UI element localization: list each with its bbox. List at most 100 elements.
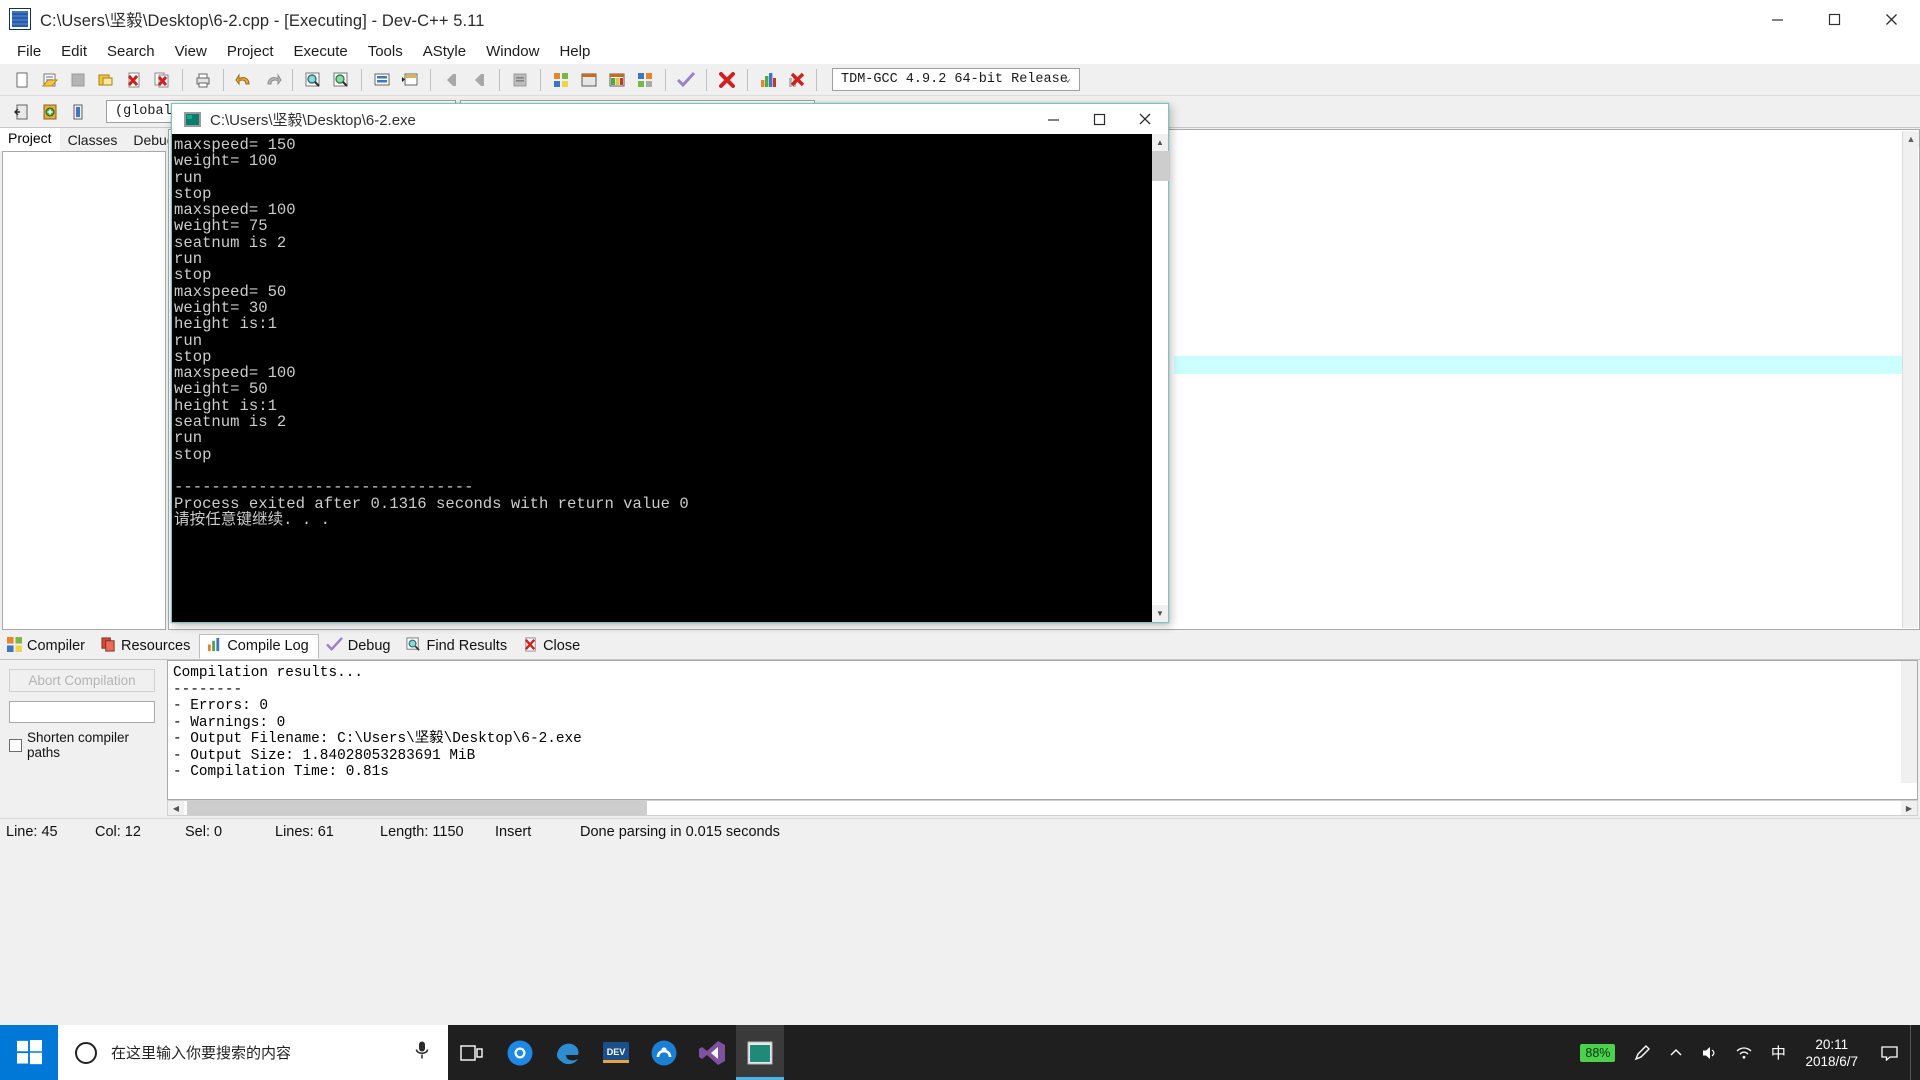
syntax-check-icon[interactable] [673,67,699,93]
devcpp-icon[interactable]: DEV [592,1025,640,1080]
goto-function-icon[interactable] [397,67,423,93]
visual-studio-icon[interactable] [688,1025,736,1080]
profiling-icon[interactable] [755,67,781,93]
menu-file[interactable]: File [7,41,51,62]
tab-compile-log[interactable]: Compile Log [199,634,319,659]
console-maximize-button[interactable] [1076,104,1122,134]
abort-compilation-button[interactable]: Abort Compilation [9,669,155,692]
save-all-icon[interactable] [93,67,119,93]
menu-view[interactable]: View [165,41,217,62]
stop-execution-icon[interactable] [714,67,740,93]
console-close-button[interactable] [1122,104,1168,134]
menu-project[interactable]: Project [217,41,284,62]
goto-line-icon[interactable] [369,67,395,93]
print-icon[interactable] [190,67,216,93]
console-scroll-track[interactable] [1152,151,1169,605]
undo-icon[interactable] [231,67,257,93]
menu-bar: File Edit Search View Project Execute To… [0,38,1920,64]
shorten-compiler-paths-row[interactable]: Shorten compiler paths [9,730,165,760]
taskbar-search-input[interactable]: 在这里输入你要搜索的内容 [58,1025,448,1080]
maximize-button[interactable] [1806,0,1863,38]
close-button[interactable] [1863,0,1920,38]
redo-icon[interactable] [259,67,285,93]
console-minimize-button[interactable] [1030,104,1076,134]
tab-project[interactable]: Project [0,128,60,151]
menu-edit[interactable]: Edit [51,41,97,62]
hscroll-left-arrow[interactable]: ◀ [168,801,184,815]
toolbar-separator [223,68,224,91]
status-length-value: 1150 [432,824,464,840]
run-icon[interactable] [576,67,602,93]
toggle-icon[interactable] [37,99,63,125]
pen-icon[interactable] [1625,1025,1659,1080]
compile-log-vertical-scrollbar[interactable] [1901,661,1917,783]
compile-icon[interactable] [548,67,574,93]
delete-profiling-icon[interactable] [783,67,809,93]
console-scroll-thumb[interactable] [1152,151,1169,181]
shorten-compiler-paths-checkbox[interactable] [9,738,22,752]
menu-help[interactable]: Help [549,41,600,62]
show-desktop-button[interactable] [1910,1025,1920,1080]
tab-close-panel[interactable]: Close [516,634,589,659]
find-icon[interactable] [300,67,326,93]
menu-search[interactable]: Search [97,41,165,62]
minimize-button[interactable] [1749,0,1806,38]
scroll-up-arrow[interactable]: ▲ [1903,131,1919,147]
hscroll-thumb[interactable] [187,801,647,815]
menu-tools[interactable]: Tools [358,41,413,62]
compile-and-run-icon[interactable] [604,67,630,93]
toggle-breakpoint-icon[interactable] [507,67,533,93]
qq-browser-icon[interactable] [640,1025,688,1080]
compile-log-output[interactable]: Compilation results... -------- - Errors… [167,660,1918,800]
insert-icon[interactable] [9,99,35,125]
menu-window[interactable]: Window [476,41,549,62]
taskbar-clock[interactable]: 20:11 2018/6/7 [1795,1036,1868,1070]
rebuild-all-icon[interactable] [632,67,658,93]
close-all-icon[interactable] [149,67,175,93]
console-scroll-down-arrow[interactable]: ▼ [1152,605,1168,622]
menu-execute[interactable]: Execute [284,41,358,62]
search-placeholder: 在这里输入你要搜索的内容 [111,1045,292,1062]
open-file-icon[interactable] [37,67,63,93]
tab-find-results[interactable]: Find Results [399,634,516,659]
console-window-icon[interactable] [736,1025,784,1080]
console-window[interactable]: C:\Users\坚毅\Desktop\6-2.exe maxspeed= 15… [171,103,1169,623]
console-title-bar: C:\Users\坚毅\Desktop\6-2.exe [172,104,1168,134]
tab-resources[interactable]: Resources [94,634,199,659]
chrome-like-icon[interactable] [496,1025,544,1080]
hscroll-right-arrow[interactable]: ▶ [1901,801,1917,815]
back-icon[interactable] [438,67,464,93]
battery-percent-badge[interactable]: 88% [1580,1043,1616,1062]
tab-debug-panel[interactable]: Debug [319,634,400,659]
edge-icon[interactable] [544,1025,592,1080]
toolbar-separator [292,68,293,91]
forward-icon[interactable] [466,67,492,93]
compiler-select[interactable]: TDM-GCC 4.9.2 64-bit Release ⌄ [832,68,1080,91]
notification-icon[interactable] [1868,1025,1910,1080]
ime-indicator[interactable]: 中 [1761,1025,1795,1080]
microphone-icon[interactable] [414,1040,430,1065]
volume-icon[interactable] [1693,1025,1727,1080]
windows-start-icon[interactable] [0,1025,58,1080]
new-file-icon[interactable] [9,67,35,93]
debug-check-icon [325,636,343,656]
network-icon[interactable] [1727,1025,1761,1080]
console-vertical-scrollbar[interactable]: ▲ ▼ [1151,134,1169,622]
editor-vertical-scrollbar[interactable]: ▲ [1902,131,1919,628]
save-icon[interactable] [65,67,91,93]
console-scroll-up-arrow[interactable]: ▲ [1152,134,1168,151]
status-line-key: Line: [6,824,38,840]
compile-log-horizontal-scrollbar[interactable]: ◀ ▶ [167,800,1918,816]
status-length-key: Length: [380,824,429,840]
tab-find-results-label: Find Results [426,638,508,654]
menu-astyle[interactable]: AStyle [413,41,476,62]
task-view-icon[interactable] [448,1025,496,1080]
tab-compiler[interactable]: Compiler [0,634,94,659]
chevron-up-icon[interactable] [1659,1025,1693,1080]
replace-icon[interactable] [328,67,354,93]
close-file-icon[interactable] [121,67,147,93]
goto-icon[interactable] [65,99,91,125]
hscroll-track[interactable] [184,801,1901,815]
project-tree-panel[interactable] [2,151,166,630]
tab-classes[interactable]: Classes [60,130,126,151]
